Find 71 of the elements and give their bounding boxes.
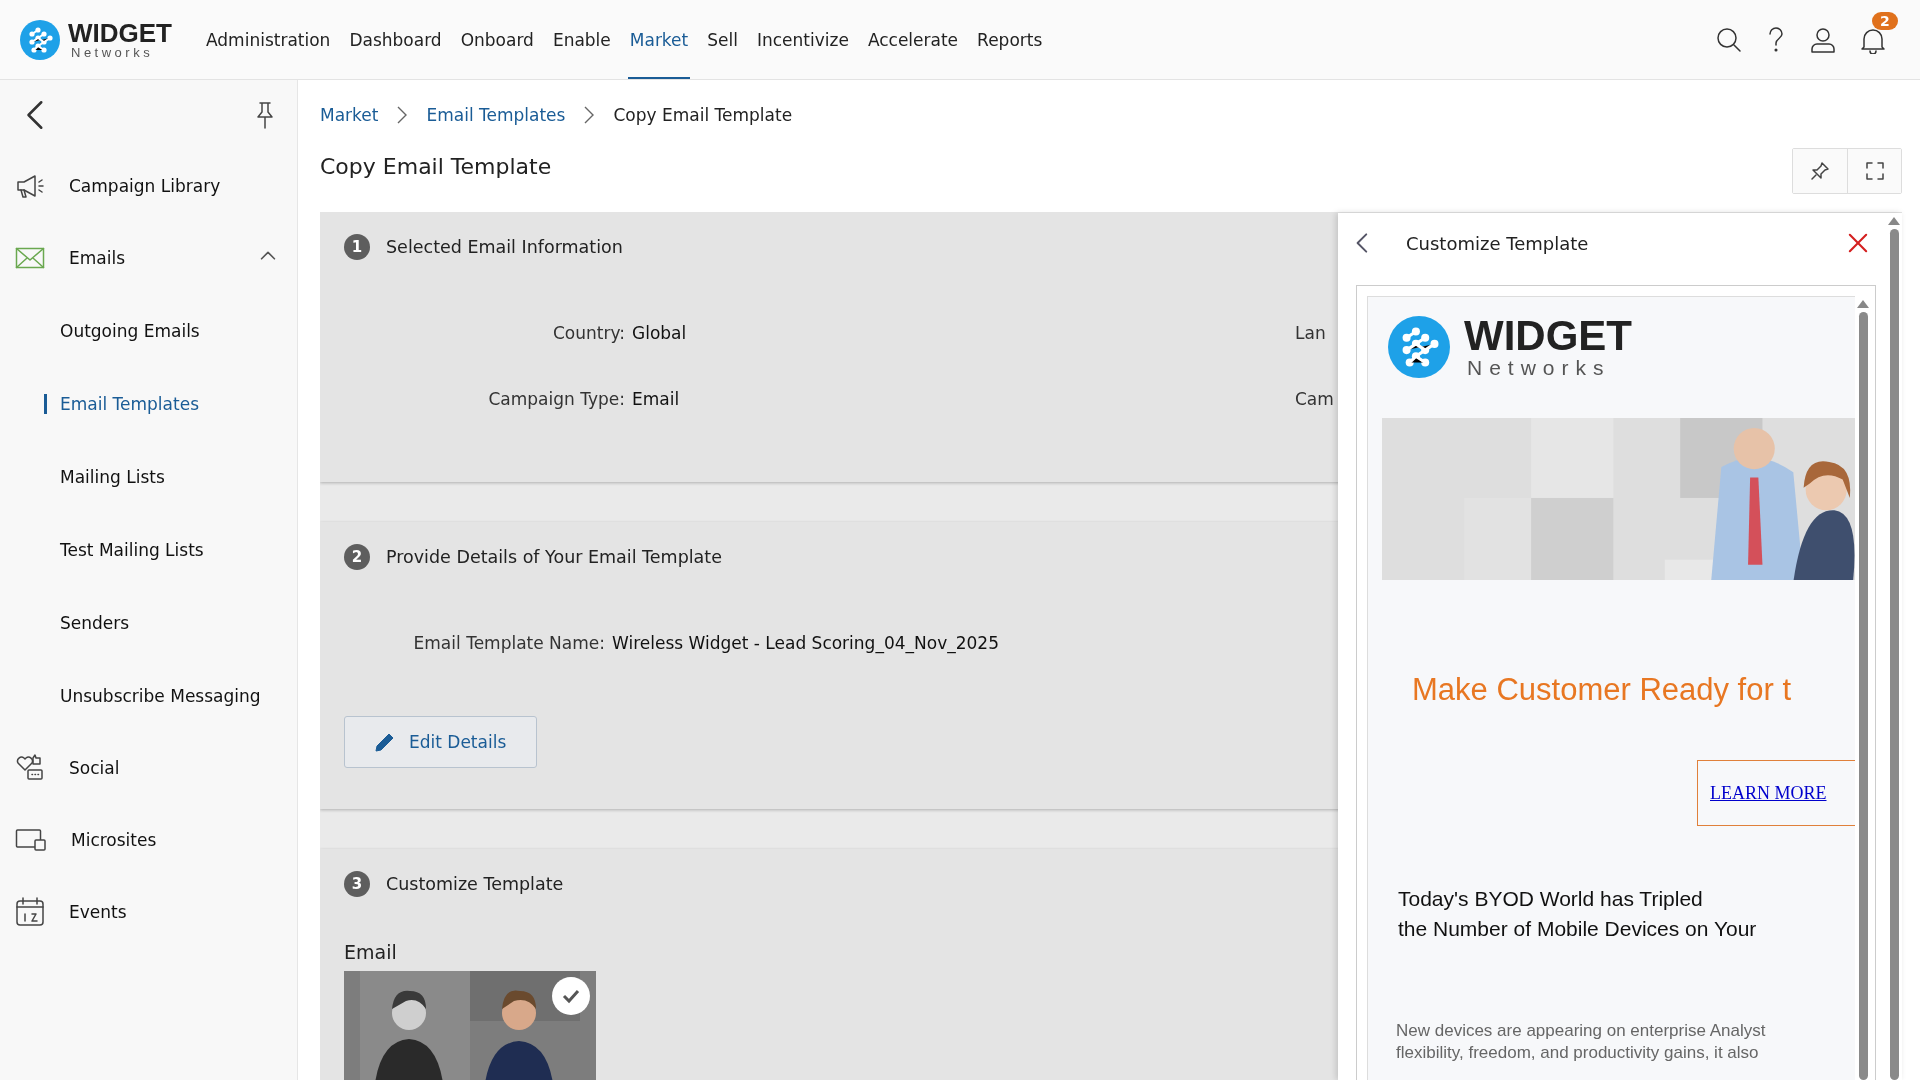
section-title: Provide Details of Your Email Template [386,547,722,567]
field-label: Country: [551,323,625,343]
nav-tab[interactable]: Dashboard [347,0,444,79]
field-value: Wireless Widget - Lead Scoring_04_Nov_2025 [611,633,1000,653]
brand-name: WIDGET [1464,315,1632,357]
field-label: Email Template Name: [412,633,605,653]
sidebar-item[interactable]: Microsites [0,804,297,876]
logo-icon [1388,315,1450,378]
heart-chat-icon [15,754,45,782]
field-label: Campaign Type: [487,389,625,409]
edit-details-button[interactable]: Edit Details [344,716,538,768]
nav-tab[interactable]: Market [627,0,691,79]
megaphone-icon [15,173,45,199]
nav-tab[interactable]: Enable [550,0,613,79]
envelope-icon [15,247,45,269]
email-subheading: Today's BYOD World has Tripled the Number of Mobile Devices on Your [1398,886,1758,942]
scroll-up-icon[interactable] [1857,300,1869,308]
field-value: Global [631,323,688,343]
sidebar-item[interactable]: Events [0,876,297,948]
chevron-right-icon [583,105,596,125]
user-icon[interactable] [1810,26,1836,53]
scroll-up-icon[interactable] [1888,217,1900,225]
scrollbar[interactable] [1889,229,1899,1080]
breadcrumb-link[interactable]: Market [320,105,379,125]
template-type-label: Email [344,941,398,963]
pin-icon[interactable] [255,101,275,129]
nav-tab[interactable]: Onboard [458,0,536,79]
chevron-right-icon [396,105,409,125]
fullscreen-button[interactable] [1847,149,1901,193]
field-label: Cam [1295,389,1334,409]
brand-tagline: Networks [71,46,155,59]
search-icon[interactable] [1716,26,1742,53]
sidebar-subitem[interactable]: Outgoing Emails [0,294,297,367]
step-number: 3 [344,871,370,897]
current-page-label: Copy Email Template [613,105,793,125]
nav-tab[interactable]: Accelerate [865,0,961,79]
email-paragraph: New devices are appearing on enterprise Analyst flexibility, freedom, and productivity gains, it also [1396,1020,1767,1064]
brand-tagline: Networks [1467,357,1612,378]
sidebar-item[interactable]: Campaign Library [0,150,297,222]
step-number: 2 [344,544,370,570]
sidebar-subitem[interactable]: Test Mailing Lists [0,513,297,586]
sidebar-subitem[interactable]: Senders [0,586,297,659]
nav-tab[interactable]: Administration [204,0,333,79]
calendar-icon [15,897,45,927]
screens-icon [15,828,47,852]
sidebar-item[interactable]: Social [0,732,297,804]
sidebar-item[interactable]: Emails [0,222,297,294]
scrollbar[interactable] [1858,312,1868,1080]
section-title: Customize Template [386,874,564,894]
field-value: Email [631,389,681,409]
sidebar-subitem[interactable]: Email Templates [0,367,297,440]
notification-badge: 2 [1872,11,1898,30]
panel-title: Customize Template [1406,232,1590,254]
logo-icon [20,19,60,60]
pin-button[interactable] [1793,149,1847,193]
sidebar-subitem[interactable]: Unsubscribe Messaging [0,659,297,732]
nav-tab[interactable]: Reports [975,0,1045,79]
page-title: Copy Email Template [320,154,552,179]
expand-icon [1864,161,1885,181]
nav-tab[interactable]: Incentivize [754,0,851,79]
sidebar-subitem[interactable]: Mailing Lists [0,440,297,513]
learn-more-link[interactable]: LEARN MORE [1697,760,1855,826]
field-label: Lan [1295,323,1326,343]
pin-icon [1810,161,1830,181]
breadcrumb-link[interactable]: Email Templates [426,105,566,125]
step-number: 1 [344,234,370,260]
email-headline: Make Customer Ready for t [1412,672,1793,708]
section-title: Selected Email Information [386,237,623,257]
nav-tab[interactable]: Sell [705,0,740,79]
brand-name: WIDGET [68,20,172,46]
help-icon[interactable] [1766,26,1786,53]
